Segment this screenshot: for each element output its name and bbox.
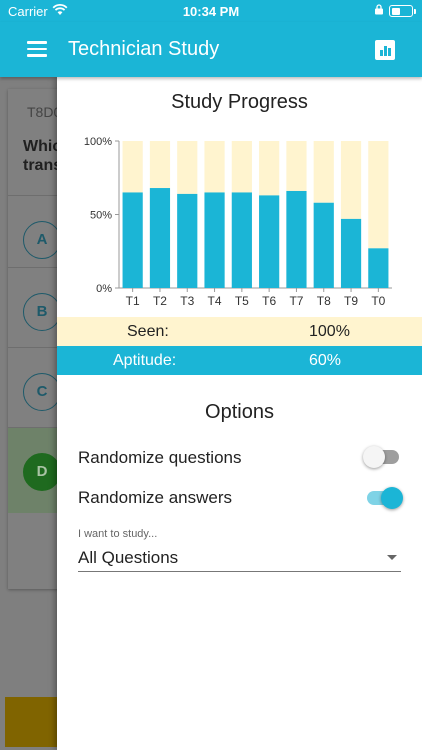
- bar-chart-icon[interactable]: [375, 40, 395, 60]
- option-letter: D: [23, 453, 61, 491]
- seen-value: 100%: [309, 323, 350, 340]
- bar-t7: [286, 190, 307, 288]
- clock-time: 10:34 PM: [182, 4, 240, 19]
- rotation-lock-icon: [375, 4, 383, 15]
- y-tick-label: 50%: [90, 210, 112, 222]
- bar-remainder-t1: [122, 141, 143, 193]
- study-select-caption: I want to study...: [78, 528, 158, 540]
- bar-remainder-t7: [286, 141, 307, 191]
- dropdown-arrow-icon: [387, 555, 397, 560]
- study-progress-drawer: Study Progress 0% 50% 100% T1 T2 T3 T4 T5 T6 T7 T8…: [57, 77, 422, 750]
- x-tick-label: T0: [371, 294, 385, 308]
- option-letter: B: [23, 293, 61, 331]
- aptitude-value: 60%: [309, 352, 342, 369]
- battery-icon: [389, 5, 416, 17]
- bar-remainder-t5: [231, 141, 252, 193]
- bar-t4: [204, 192, 225, 288]
- x-tick-label: T6: [262, 294, 276, 308]
- y-tick-label: 100%: [84, 136, 112, 148]
- bar-remainder-t4: [204, 141, 225, 193]
- seen-row: Seen: 100%: [57, 317, 422, 346]
- randomize-questions-label: Randomize questions: [78, 448, 242, 467]
- study-select-value: All Questions: [78, 548, 179, 567]
- aptitude-row: Aptitude: 60%: [57, 346, 422, 375]
- hamburger-menu-icon[interactable]: [27, 41, 47, 57]
- bar-t9: [340, 218, 362, 288]
- bar-remainder-t9: [340, 141, 362, 219]
- x-tick-label: T8: [317, 294, 331, 308]
- bar-remainder-t8: [313, 141, 334, 203]
- x-tick-label: T7: [289, 294, 303, 308]
- app-bar: Technician Study: [0, 22, 422, 77]
- y-tick-label: 0%: [96, 283, 112, 295]
- randomize-answers-label: Randomize answers: [78, 488, 233, 507]
- study-progress-title: Study Progress: [171, 91, 308, 113]
- bar-t6: [259, 195, 280, 288]
- bar-t8: [313, 202, 334, 288]
- bar-t2: [149, 188, 171, 288]
- randomize-answers-toggle[interactable]: [363, 486, 403, 510]
- bar-t3: [177, 193, 198, 288]
- bar-remainder-t6: [259, 141, 280, 196]
- options-title: Options: [205, 401, 274, 423]
- option-letter: A: [23, 221, 61, 259]
- bar-remainder-t2: [149, 141, 171, 189]
- study-select-dropdown[interactable]: All Questions: [78, 544, 401, 572]
- x-tick-label: T5: [235, 294, 249, 308]
- x-tick-label: T9: [344, 294, 358, 308]
- x-tick-label: T3: [180, 294, 194, 308]
- bar-t1: [122, 192, 143, 288]
- bar-t5: [231, 192, 252, 288]
- app-title: Technician Study: [68, 38, 220, 60]
- next-button[interactable]: [5, 697, 65, 747]
- x-tick-label: T2: [153, 294, 167, 308]
- randomize-questions-toggle[interactable]: [363, 445, 403, 469]
- study-progress-chart: 0% 50% 100% T1 T2 T3 T4 T5 T6 T7 T8 T9 T0: [84, 136, 392, 308]
- aptitude-label: Aptitude:: [113, 352, 177, 369]
- option-letter: C: [23, 373, 61, 411]
- status-bar: Carrier 10:34 PM: [0, 0, 422, 22]
- bar-t0: [368, 248, 389, 288]
- bar-remainder-t0: [368, 141, 389, 249]
- x-tick-label: T4: [208, 294, 222, 308]
- seen-label: Seen:: [127, 323, 169, 340]
- x-tick-label: T1: [126, 294, 140, 308]
- bar-remainder-t3: [177, 141, 198, 194]
